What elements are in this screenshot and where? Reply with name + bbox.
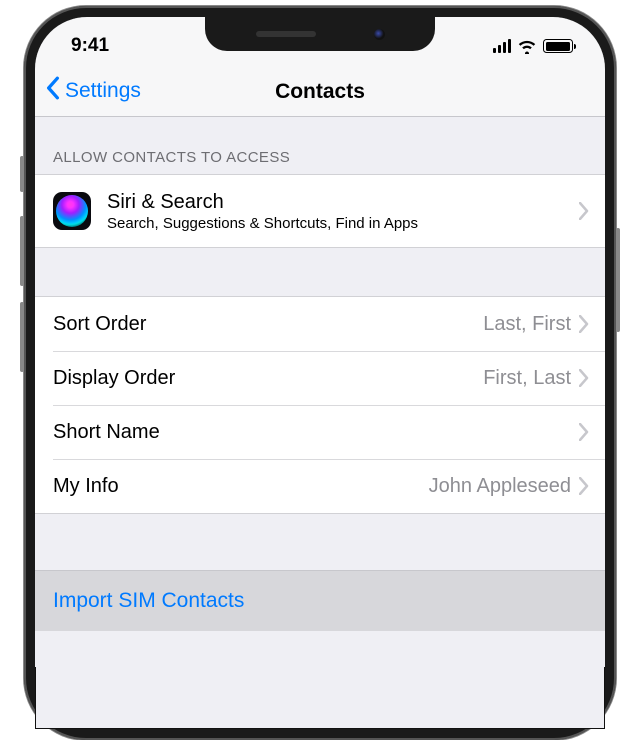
- siri-icon: [53, 192, 91, 230]
- cellular-signal-icon: [493, 39, 512, 53]
- value-my-info: John Appleseed: [429, 475, 571, 498]
- import-sim-contacts-button[interactable]: Import SIM Contacts: [35, 570, 605, 631]
- group-access: Siri & Search Search, Suggestions & Shor…: [35, 174, 605, 248]
- status-icons: [493, 38, 574, 54]
- group-spacer: [35, 248, 605, 296]
- value-display-order: First, Last: [483, 367, 571, 390]
- device-frame: 9:41 Settings C: [24, 6, 616, 740]
- section-header-access: Allow Contacts to Access: [35, 117, 605, 174]
- row-my-info[interactable]: My Info John Appleseed: [35, 459, 605, 513]
- power-button: [616, 228, 620, 332]
- phone-body: 9:41 Settings C: [24, 6, 616, 740]
- chevron-right-icon: [579, 477, 589, 495]
- footer-spacer: [35, 631, 605, 667]
- chevron-right-icon: [579, 315, 589, 333]
- group-spacer: [35, 514, 605, 570]
- value-sort-order: Last, First: [483, 313, 571, 336]
- screen: 9:41 Settings C: [35, 17, 605, 729]
- front-camera: [374, 29, 385, 40]
- navigation-bar: Settings Contacts: [35, 65, 605, 117]
- label-display-order: Display Order: [53, 367, 483, 390]
- row-siri-title: Siri & Search: [107, 191, 579, 214]
- page-title: Contacts: [35, 80, 605, 104]
- import-label: Import SIM Contacts: [53, 589, 244, 612]
- label-my-info: My Info: [53, 475, 429, 498]
- chevron-right-icon: [579, 423, 589, 441]
- row-sort-order[interactable]: Sort Order Last, First: [35, 297, 605, 351]
- chevron-right-icon: [579, 202, 589, 220]
- group-ordering: Sort Order Last, First Display Order Fir…: [35, 296, 605, 514]
- notch: [205, 17, 435, 51]
- row-short-name[interactable]: Short Name: [35, 405, 605, 459]
- row-siri-subtitle: Search, Suggestions & Shortcuts, Find in…: [107, 215, 579, 232]
- row-display-order[interactable]: Display Order First, Last: [35, 351, 605, 405]
- label-short-name: Short Name: [53, 421, 571, 444]
- battery-icon: [543, 39, 573, 53]
- status-time: 9:41: [71, 35, 109, 57]
- row-siri-search[interactable]: Siri & Search Search, Suggestions & Shor…: [35, 175, 605, 247]
- chevron-right-icon: [579, 369, 589, 387]
- wifi-icon: [517, 38, 537, 54]
- earpiece-speaker: [256, 31, 316, 37]
- label-sort-order: Sort Order: [53, 313, 483, 336]
- content-area: Allow Contacts to Access Siri & Search S…: [35, 117, 605, 667]
